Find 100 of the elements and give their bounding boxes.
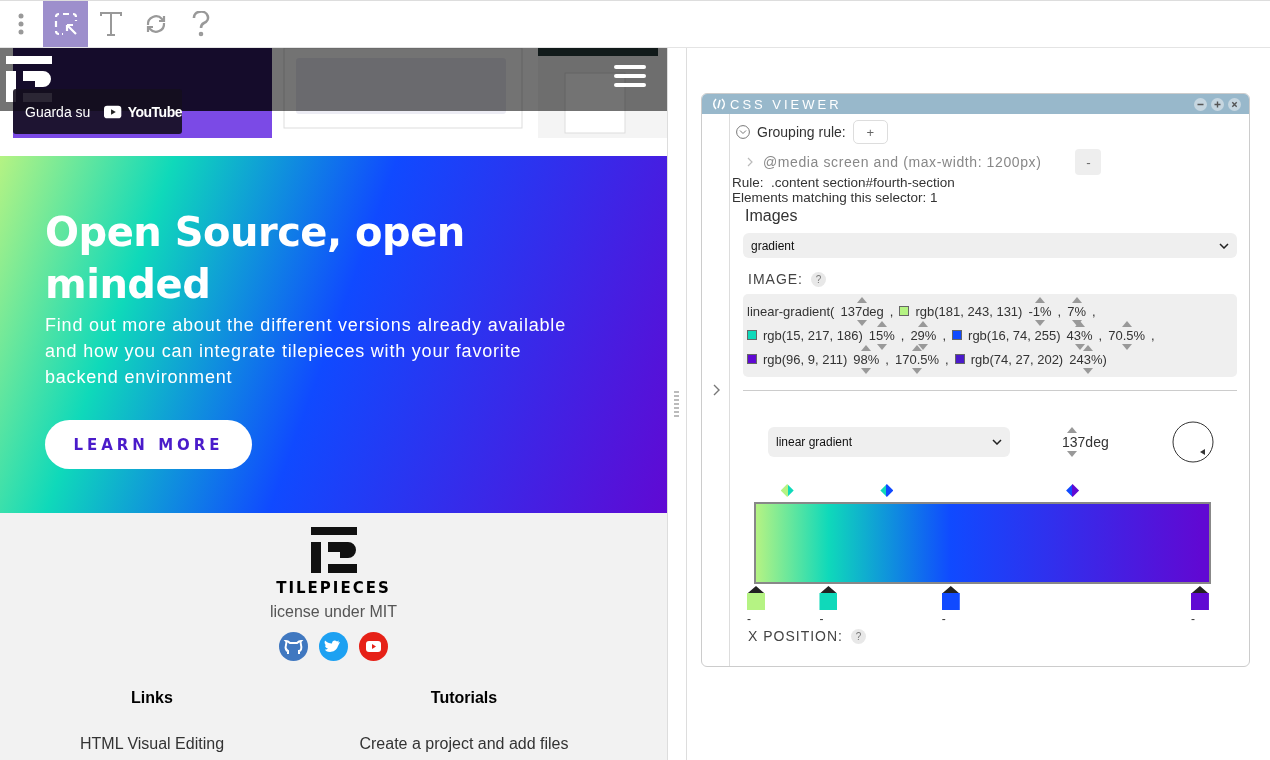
play-icon (104, 103, 122, 120)
color-value: rgb(15, 217, 186) (763, 327, 863, 343)
github-icon[interactable] (279, 632, 308, 661)
decrement-icon[interactable] (1067, 451, 1077, 457)
chevron-right-icon[interactable] (713, 384, 721, 396)
maximize-icon[interactable] (1211, 97, 1224, 111)
hero-text: Find out more about the different versions already available and how you can integrate tilepieces with your favorite backend environment (45, 314, 567, 389)
stop-value: 98% (853, 351, 880, 367)
selection-icon (52, 11, 79, 37)
gradient-text: , (1151, 327, 1155, 343)
gradient-text: , (1091, 303, 1096, 319)
increment-icon[interactable] (912, 344, 922, 351)
increment-icon[interactable] (1121, 320, 1132, 327)
media-query[interactable]: @media screen and (max-width: 1200px) (763, 154, 1042, 170)
chevron-right-icon[interactable] (747, 157, 753, 167)
decrement-icon[interactable] (912, 367, 922, 374)
stop-label: - (819, 613, 824, 625)
text-icon (98, 11, 123, 37)
gradient-text: , (900, 327, 905, 343)
gradient-value-box[interactable]: linear-gradient( 137deg , rgb(181, 243, 131) -1% , 7% , rgb(15, 217, 186) 15% , 29% , rgb(16, 74, 255) 43% , 70.5% , rgb(96, 9, 211) 98% , 170.5% , rgb(74, 27, 202) 243%) (743, 294, 1237, 377)
brand-name: TILEPIECES (276, 579, 391, 597)
decrement-icon[interactable] (876, 343, 887, 350)
midpoint-handle[interactable] (1066, 484, 1080, 497)
midpoint-handle[interactable] (780, 484, 794, 497)
color-swatch[interactable] (747, 330, 757, 340)
color-value: rgb(16, 74, 255) (968, 327, 1061, 343)
select-tool-button[interactable] (43, 1, 88, 47)
footer-link[interactable]: Create a project and add files (359, 735, 569, 753)
menu-icon[interactable] (614, 65, 646, 87)
section-heading: Images (745, 207, 799, 225)
color-swatch[interactable] (747, 354, 757, 364)
stop-value: 29% (910, 327, 937, 343)
add-button[interactable]: + (852, 120, 888, 144)
stop-value: 15% (868, 327, 895, 343)
angle-value[interactable]: 137deg (1062, 434, 1109, 450)
watch-on-youtube-button[interactable]: Guarda su YouTube (13, 89, 182, 134)
angle-dial[interactable] (1171, 421, 1214, 463)
color-value: rgb(181, 243, 131) (915, 303, 1023, 319)
decrement-icon[interactable] (857, 319, 868, 326)
color-stop[interactable] (941, 586, 960, 610)
stop-value: 243%) (1069, 351, 1107, 367)
stop-value: 43% (1066, 327, 1093, 343)
license-text: license under MIT (269, 603, 398, 621)
increment-icon[interactable] (876, 320, 887, 327)
image-label: IMAGE: (748, 271, 803, 287)
gradient-text: , (885, 351, 889, 367)
gradient-text: , (942, 327, 947, 343)
stop-label: - (747, 613, 751, 625)
stop-label: - (941, 613, 946, 625)
stop-label: - (1190, 613, 1195, 625)
increment-icon[interactable] (857, 296, 868, 303)
color-value: rgb(74, 27, 202) (970, 351, 1064, 367)
increment-icon[interactable] (918, 320, 929, 327)
decrement-icon[interactable] (861, 367, 872, 374)
column-heading: Links (131, 689, 173, 707)
increment-icon[interactable] (1074, 320, 1085, 327)
code-icon (712, 98, 726, 110)
stop-value: 170.5% (894, 351, 940, 367)
decrement-icon[interactable] (918, 343, 929, 350)
color-swatch[interactable] (899, 306, 910, 316)
increment-icon[interactable] (1071, 296, 1082, 303)
decrement-icon[interactable] (1121, 343, 1132, 350)
twitter-icon[interactable] (319, 632, 348, 661)
panel-title: CSS VIEWER (730, 96, 842, 112)
help-badge[interactable]: ? (851, 628, 866, 644)
color-swatch[interactable] (954, 354, 965, 364)
resize-handle[interactable] (674, 391, 679, 419)
decrement-icon[interactable] (1071, 319, 1082, 326)
hero-title: Open Source, open minded (45, 208, 466, 309)
color-swatch[interactable] (952, 330, 963, 340)
youtube-icon[interactable] (359, 632, 388, 661)
decrement-icon[interactable] (1083, 367, 1093, 374)
midpoint-handle[interactable] (880, 484, 894, 497)
chevron-down-icon (992, 439, 1002, 445)
gradient-text: , (1098, 327, 1103, 343)
increment-icon[interactable] (1035, 296, 1045, 303)
gradient-type-select[interactable]: linear gradient (768, 427, 1010, 457)
rule-selector: Rule: .content section#fourth-section (732, 175, 956, 190)
decrement-icon[interactable] (1074, 343, 1085, 350)
increment-icon[interactable] (861, 344, 872, 351)
increment-icon[interactable] (1067, 427, 1077, 433)
image-type-select[interactable]: gradient (743, 233, 1237, 258)
help-icon (191, 11, 210, 37)
decrement-icon[interactable] (1035, 319, 1045, 326)
color-stop[interactable] (747, 586, 765, 610)
matching-count: Elements matching this selector: 1 (732, 190, 939, 205)
remove-button[interactable]: - (1075, 149, 1102, 175)
color-stop[interactable] (1190, 586, 1209, 610)
footer-link[interactable]: HTML Visual Editing (79, 735, 225, 753)
kebab-menu-icon[interactable] (18, 13, 24, 35)
close-icon[interactable] (1228, 97, 1241, 111)
stop-value: 137deg (840, 303, 884, 319)
help-badge[interactable]: ? (811, 271, 826, 287)
minimize-icon[interactable] (1194, 97, 1207, 111)
color-stop[interactable] (819, 586, 838, 610)
collapse-icon[interactable] (736, 125, 750, 139)
stop-value: 70.5% (1108, 327, 1146, 343)
learn-more-button[interactable]: LEARN MORE (45, 420, 252, 469)
gradient-text: linear-gradient( (747, 303, 835, 319)
increment-icon[interactable] (1083, 344, 1093, 351)
